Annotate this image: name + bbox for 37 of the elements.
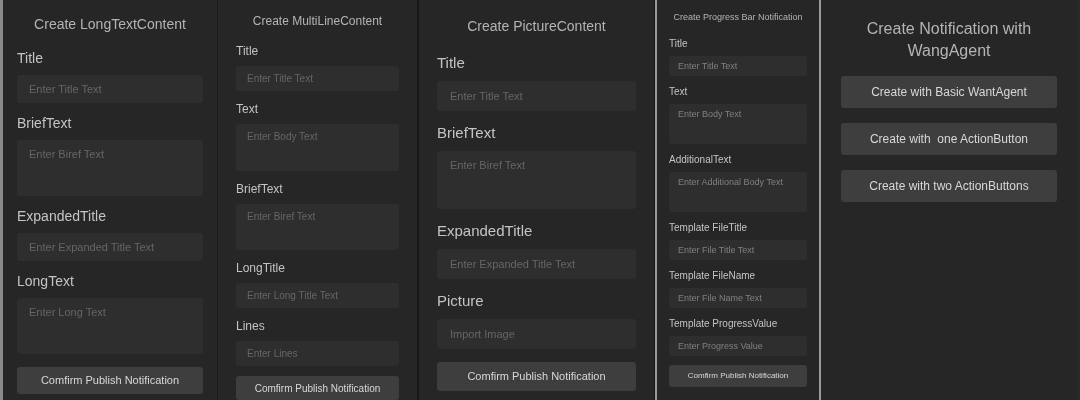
action-button[interactable]: Comfirm Publish Notification [437, 362, 636, 391]
field-label: Template FileTitle [669, 221, 748, 235]
panel-title: Create MultiLineContent [251, 13, 384, 30]
input-field[interactable]: Enter File Name Text [669, 288, 807, 308]
field-label: ExpandedTitle [17, 207, 107, 226]
field-label: LongText [17, 272, 75, 291]
field-label: LongTitle [236, 260, 286, 278]
field-label: AdditionalText [669, 153, 733, 167]
field-label: Title [437, 53, 466, 73]
field-label: BriefText [17, 114, 73, 133]
field-label: Lines [236, 318, 266, 336]
action-button[interactable]: Create with two ActionButtons [841, 170, 1057, 202]
field-label: Picture [437, 291, 485, 311]
input-field[interactable]: Enter Progress Value [669, 336, 807, 356]
field-label: Title [17, 49, 44, 68]
field-label: BriefText [437, 123, 497, 143]
panel-title: Create LongTextContent [33, 15, 187, 34]
input-field[interactable]: Enter File Title Text [669, 240, 807, 260]
panel-title: Create Progress Bar Notification [672, 11, 804, 24]
action-button[interactable]: Comfirm Publish Notification [669, 365, 807, 387]
input-field[interactable]: Enter Title Text [669, 56, 807, 76]
panel-title: Create Notification with WangAgent [865, 19, 1033, 61]
field-label: BriefText [236, 180, 284, 198]
field-label: Text [669, 85, 689, 99]
text-area[interactable]: Enter Body Text [669, 104, 807, 144]
field-label: Text [236, 100, 259, 118]
field-label: Template FileName [669, 269, 757, 283]
text-area[interactable]: Enter Additional Body Text [669, 172, 807, 212]
action-button[interactable]: Create with Basic WantAgent [841, 76, 1057, 108]
field-label: ExpandedTitle [437, 221, 534, 241]
action-button[interactable]: Comfirm Publish Notification [17, 367, 203, 394]
panel-title: Create PictureContent [466, 17, 607, 36]
action-button[interactable]: Create with one ActionButton [841, 123, 1057, 155]
field-label: Title [236, 43, 260, 60]
field-label: Template ProgressValue [669, 317, 779, 331]
field-label: Title [669, 37, 689, 51]
action-button[interactable]: Comfirm Publish Notification [236, 376, 399, 400]
